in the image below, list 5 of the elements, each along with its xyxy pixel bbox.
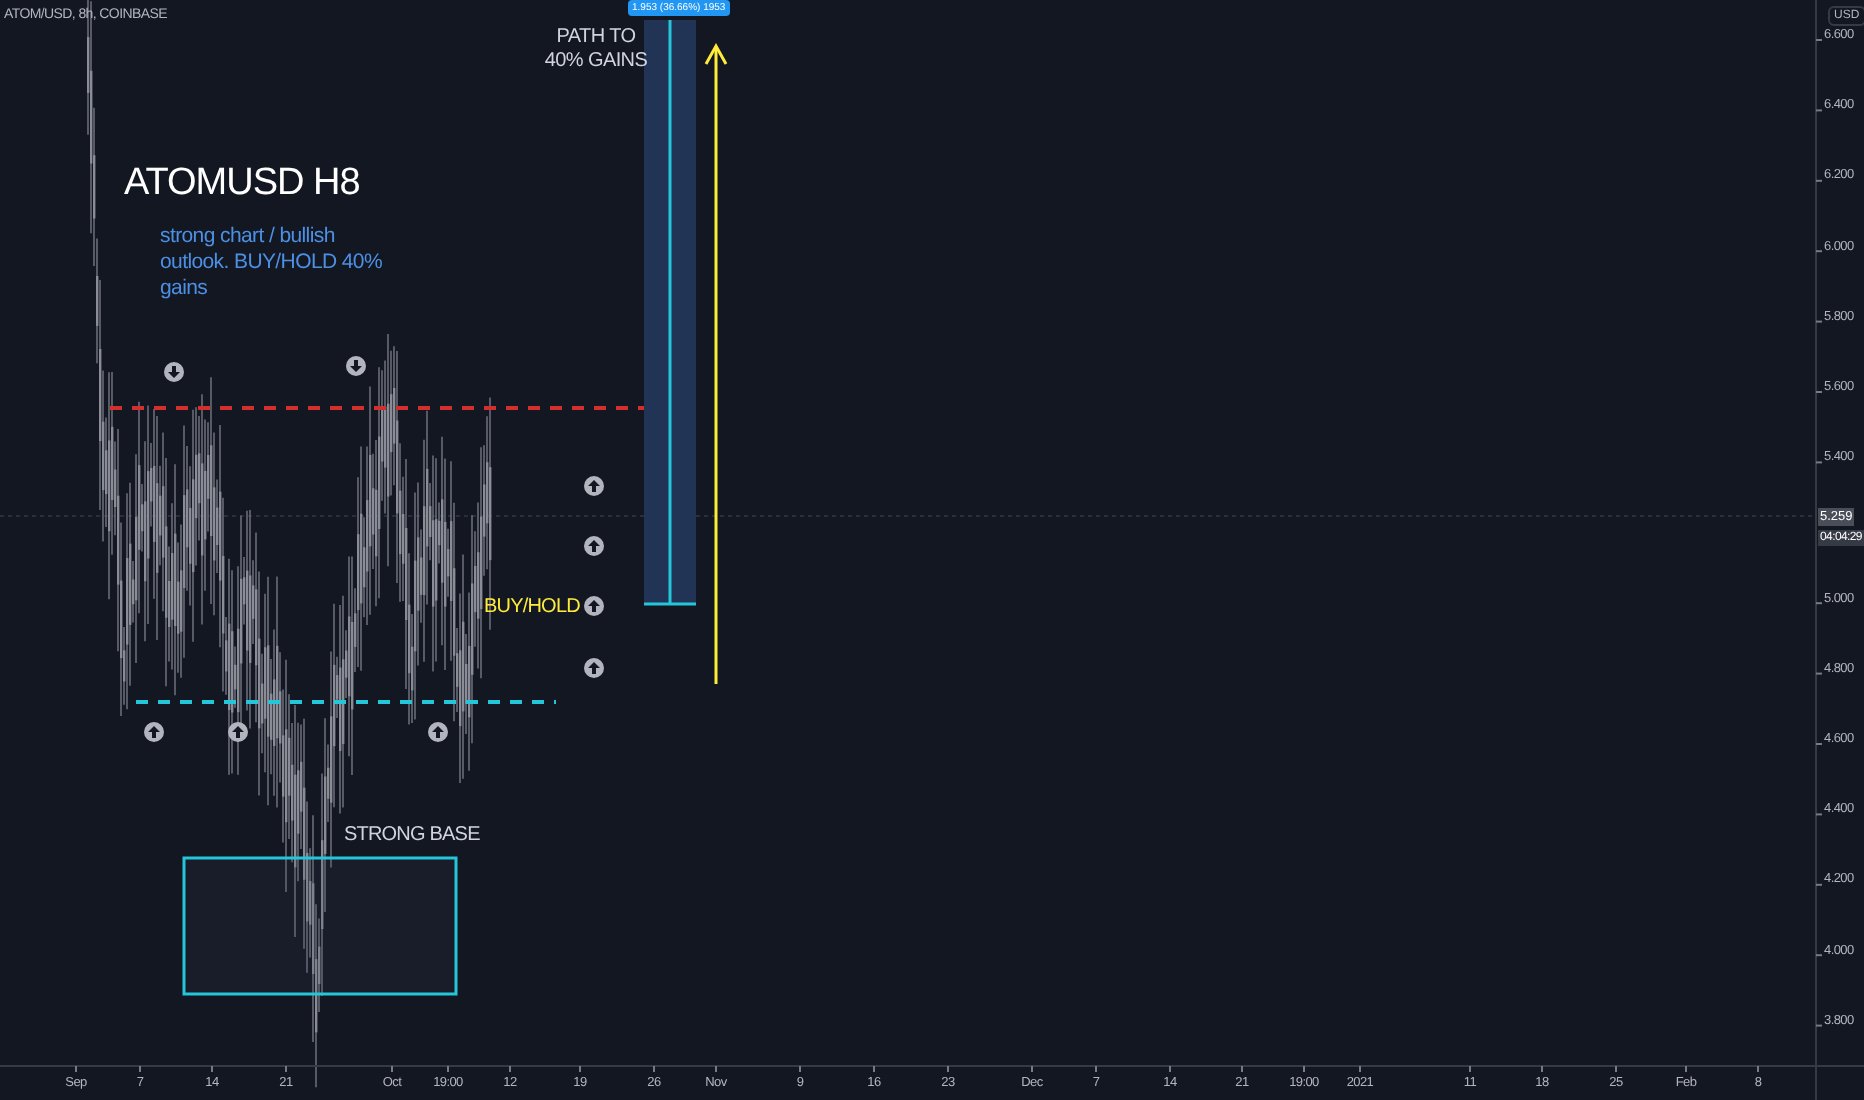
target-note: PATH TO 40% GAINS xyxy=(542,26,650,74)
chart-note: strong chart / bullish outlook. BUY/HOLD 40% gains xyxy=(160,224,384,302)
signal-label: BUY/HOLD xyxy=(484,596,580,618)
chart-title: ATOMUSD H8 xyxy=(124,162,360,206)
base-label: STRONG BASE xyxy=(344,824,480,846)
